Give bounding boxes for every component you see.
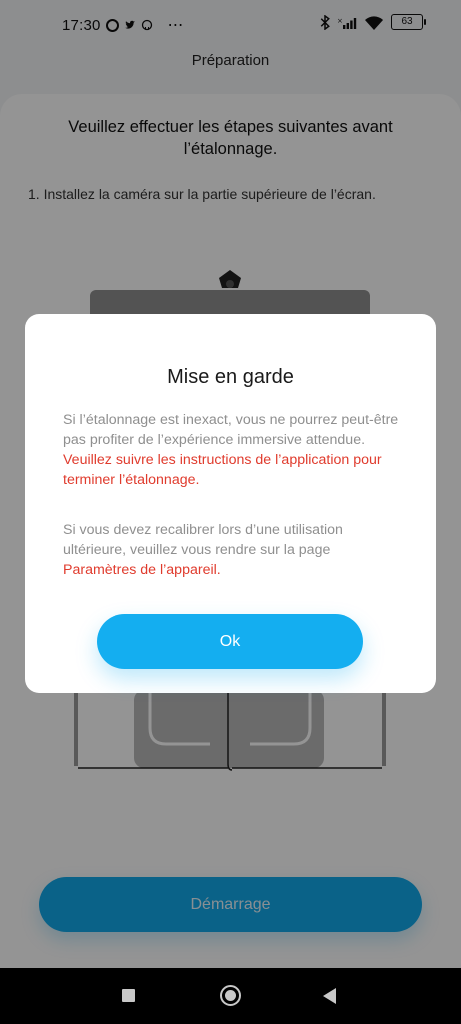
home-nav-icon[interactable] xyxy=(220,985,241,1006)
back-nav-icon[interactable] xyxy=(323,988,336,1004)
dialog-title: Mise en garde xyxy=(167,366,294,388)
dialog-p2-text: Si vous devez recalibrer lors d’une util… xyxy=(63,522,343,558)
warning-dialog: Mise en garde Si l’étalonnage est inexac… xyxy=(25,314,436,693)
dialog-p2-end: . xyxy=(216,562,221,578)
dialog-p2-highlight: Paramètres de l’appareil xyxy=(63,562,217,578)
dialog-paragraph-2: Si vous devez recalibrer lors d’une util… xyxy=(63,520,403,580)
system-nav-bar xyxy=(0,968,461,1024)
dialog-p1-highlight: Veuillez suivre les instructions de l’ap… xyxy=(63,452,382,488)
square-nav-icon[interactable] xyxy=(122,989,135,1002)
dialog-paragraph-1: Si l’étalonnage est inexact, vous ne pou… xyxy=(63,410,403,490)
ok-button[interactable]: Ok xyxy=(97,614,363,669)
dialog-p1-end: . xyxy=(195,472,200,488)
dialog-p1-text: Si l’étalonnage est inexact, vous ne pou… xyxy=(63,412,399,448)
